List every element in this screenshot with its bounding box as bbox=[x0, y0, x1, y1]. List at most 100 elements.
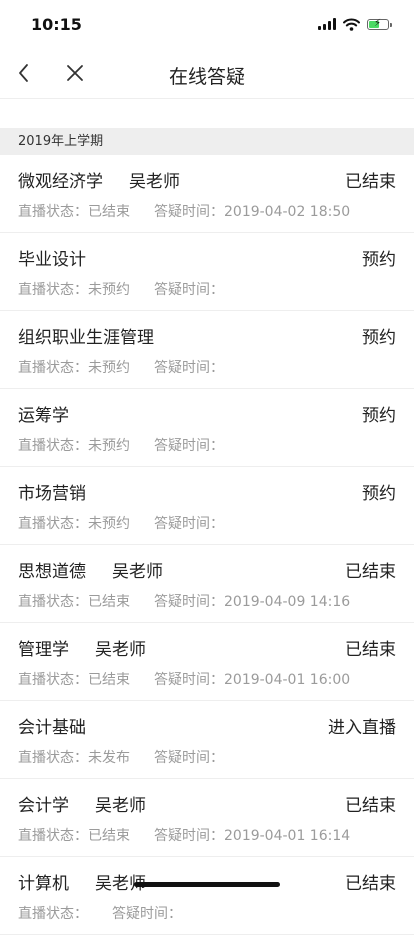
course-name: 会计基础 bbox=[18, 718, 86, 738]
course-action-button[interactable]: 已结束 bbox=[345, 869, 396, 894]
status-label: 直播状态： bbox=[18, 828, 88, 844]
time-label: 答疑时间： bbox=[112, 906, 182, 922]
status-value: 未预约 bbox=[88, 282, 130, 298]
course-name: 计算机 bbox=[18, 874, 69, 894]
course-name: 会计学 bbox=[18, 796, 69, 816]
course-teacher: 吴老师 bbox=[129, 172, 180, 192]
course-name: 思想道德 bbox=[18, 562, 86, 582]
course-row[interactable]: 毕业设计 预约 直播状态：未预约 答疑时间： bbox=[0, 233, 414, 311]
time-label: 答疑时间： bbox=[154, 204, 224, 220]
course-title: 微观经济学 吴老师 bbox=[18, 167, 180, 192]
course-row[interactable]: 市场营销 预约 直播状态：未预约 答疑时间： bbox=[0, 467, 414, 545]
course-title: 会计基础 bbox=[18, 713, 112, 738]
course-meta: 直播状态：未预约 答疑时间： bbox=[18, 357, 224, 377]
course-teacher: 吴老师 bbox=[112, 562, 163, 582]
status-value: 已结束 bbox=[88, 594, 130, 610]
status-label: 直播状态： bbox=[18, 360, 88, 376]
time-label: 答疑时间： bbox=[154, 438, 224, 454]
course-title: 思想道德 吴老师 bbox=[18, 557, 163, 582]
time-value: 2019-04-09 14:16 bbox=[224, 594, 351, 610]
time-label: 答疑时间： bbox=[154, 828, 224, 844]
course-name: 运筹学 bbox=[18, 406, 69, 426]
course-action-button[interactable]: 预约 bbox=[362, 479, 396, 504]
status-label: 直播状态： bbox=[18, 750, 88, 766]
course-title: 组织职业生涯管理 bbox=[18, 323, 180, 348]
time-label: 答疑时间： bbox=[154, 282, 224, 298]
course-row[interactable]: 会计学 吴老师 已结束 直播状态：已结束 答疑时间：2019-04-01 16:14 bbox=[0, 779, 414, 857]
content: 2019年上学期 微观经济学 吴老师 已结束 直播状态：已结束 答疑时间：2019-… bbox=[0, 99, 414, 935]
course-title: 毕业设计 bbox=[18, 245, 112, 270]
section-header: 2019年上学期 bbox=[0, 128, 414, 155]
course-action-button[interactable]: 预约 bbox=[362, 323, 396, 348]
course-name: 毕业设计 bbox=[18, 250, 86, 270]
course-row[interactable]: 思想道德 吴老师 已结束 直播状态：已结束 答疑时间：2019-04-09 14:1… bbox=[0, 545, 414, 623]
nav-bar: 在线答疑 bbox=[0, 50, 414, 99]
course-action-button[interactable]: 预约 bbox=[362, 245, 396, 270]
time-label: 答疑时间： bbox=[154, 594, 224, 610]
course-action-button[interactable]: 已结束 bbox=[345, 557, 396, 582]
course-row[interactable]: 运筹学 预约 直播状态：未预约 答疑时间： bbox=[0, 389, 414, 467]
course-name: 微观经济学 bbox=[18, 172, 103, 192]
status-value: 已结束 bbox=[88, 672, 130, 688]
course-list: 微观经济学 吴老师 已结束 直播状态：已结束 答疑时间：2019-04-02 18:… bbox=[0, 155, 414, 935]
course-title: 计算机 吴老师 bbox=[18, 869, 146, 894]
wifi-icon bbox=[343, 18, 360, 31]
course-title: 会计学 吴老师 bbox=[18, 791, 146, 816]
course-row[interactable]: 计算机 吴老师 已结束 直播状态： 答疑时间： bbox=[0, 857, 414, 935]
course-action-button[interactable]: 预约 bbox=[362, 401, 396, 426]
course-action-button[interactable]: 进入直播 bbox=[328, 713, 396, 738]
course-meta: 直播状态：已结束 答疑时间：2019-04-01 16:00 bbox=[18, 669, 350, 689]
course-meta: 直播状态： 答疑时间： bbox=[18, 903, 182, 923]
course-teacher: 吴老师 bbox=[95, 640, 146, 660]
time-value: 2019-04-02 18:50 bbox=[224, 204, 351, 220]
course-name: 市场营销 bbox=[18, 484, 86, 504]
status-time: 10:15 bbox=[31, 15, 82, 34]
cellular-signal-icon bbox=[318, 18, 336, 30]
time-label: 答疑时间： bbox=[154, 516, 224, 532]
page-title: 在线答疑 bbox=[168, 66, 245, 88]
course-meta: 直播状态：已结束 答疑时间：2019-04-01 16:14 bbox=[18, 825, 350, 845]
course-meta: 直播状态：已结束 答疑时间：2019-04-02 18:50 bbox=[18, 201, 350, 221]
course-meta: 直播状态：已结束 答疑时间：2019-04-09 14:16 bbox=[18, 591, 350, 611]
time-label: 答疑时间： bbox=[154, 672, 224, 688]
course-teacher: 吴老师 bbox=[95, 796, 146, 816]
status-value: 未预约 bbox=[88, 360, 130, 376]
course-row[interactable]: 管理学 吴老师 已结束 直播状态：已结束 答疑时间：2019-04-01 16:00 bbox=[0, 623, 414, 701]
time-value: 2019-04-01 16:14 bbox=[224, 828, 351, 844]
course-row[interactable]: 微观经济学 吴老师 已结束 直播状态：已结束 答疑时间：2019-04-02 18:… bbox=[0, 155, 414, 233]
course-action-button[interactable]: 已结束 bbox=[345, 635, 396, 660]
course-action-button[interactable]: 已结束 bbox=[345, 167, 396, 192]
course-title: 运筹学 bbox=[18, 401, 95, 426]
course-title: 市场营销 bbox=[18, 479, 112, 504]
status-value: 未预约 bbox=[88, 516, 130, 532]
course-name: 管理学 bbox=[18, 640, 69, 660]
course-name: 组织职业生涯管理 bbox=[18, 328, 154, 348]
status-label: 直播状态： bbox=[18, 672, 88, 688]
charging-bolt-icon: ⚡ bbox=[374, 17, 382, 29]
home-indicator bbox=[134, 882, 280, 887]
status-value: 已结束 bbox=[88, 204, 130, 220]
status-bar: 10:15 ⚡ bbox=[0, 0, 414, 50]
time-value: 2019-04-01 16:00 bbox=[224, 672, 351, 688]
course-meta: 直播状态：未发布 答疑时间： bbox=[18, 747, 224, 767]
course-action-button[interactable]: 已结束 bbox=[345, 791, 396, 816]
course-row[interactable]: 会计基础 进入直播 直播状态：未发布 答疑时间： bbox=[0, 701, 414, 779]
status-value: 未预约 bbox=[88, 438, 130, 454]
status-label: 直播状态： bbox=[18, 594, 88, 610]
time-label: 答疑时间： bbox=[154, 360, 224, 376]
status-label: 直播状态： bbox=[18, 204, 88, 220]
course-row[interactable]: 组织职业生涯管理 预约 直播状态：未预约 答疑时间： bbox=[0, 311, 414, 389]
status-icons: ⚡ bbox=[318, 16, 392, 32]
status-label: 直播状态： bbox=[18, 906, 88, 922]
status-label: 直播状态： bbox=[18, 516, 88, 532]
battery-icon: ⚡ bbox=[367, 17, 392, 30]
status-value: 已结束 bbox=[88, 828, 130, 844]
time-label: 答疑时间： bbox=[154, 750, 224, 766]
course-meta: 直播状态：未预约 答疑时间： bbox=[18, 513, 224, 533]
status-value: 未发布 bbox=[88, 750, 130, 766]
course-meta: 直播状态：未预约 答疑时间： bbox=[18, 279, 224, 299]
status-label: 直播状态： bbox=[18, 282, 88, 298]
course-title: 管理学 吴老师 bbox=[18, 635, 146, 660]
course-meta: 直播状态：未预约 答疑时间： bbox=[18, 435, 224, 455]
status-label: 直播状态： bbox=[18, 438, 88, 454]
